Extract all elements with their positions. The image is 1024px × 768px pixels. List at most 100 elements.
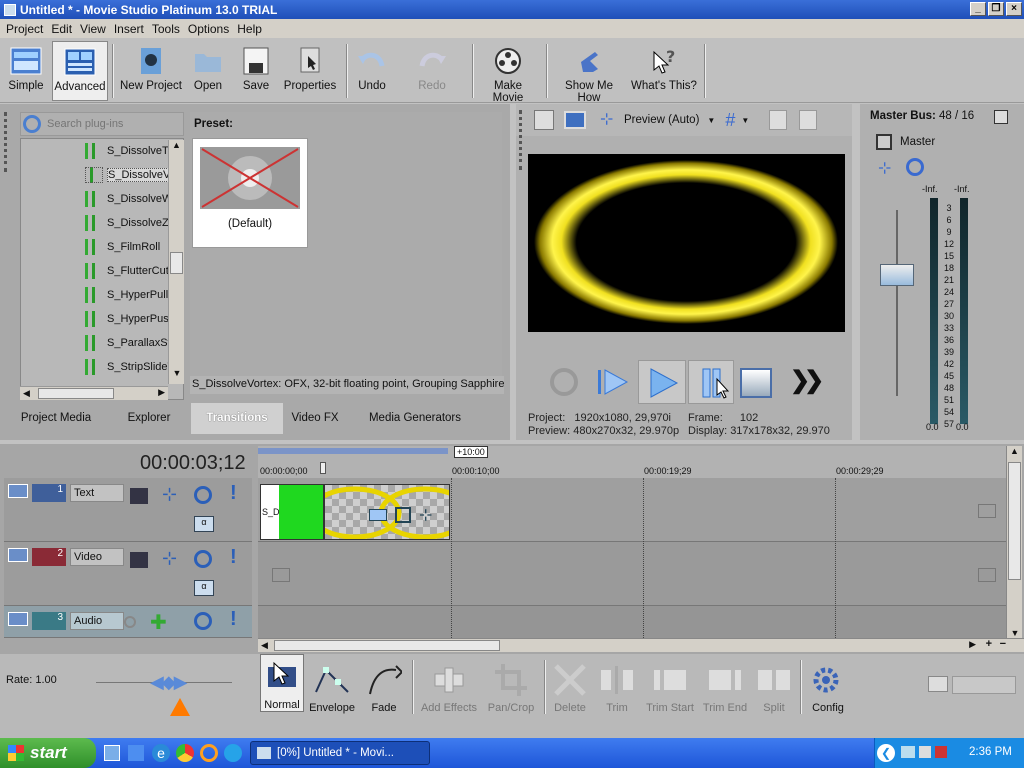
mute-icon[interactable] [194, 612, 212, 630]
hscroll-thumb[interactable] [38, 388, 114, 399]
overlays-chevron-icon[interactable]: ▼ [741, 116, 749, 125]
tab-transitions[interactable]: Transitions [191, 403, 283, 434]
track-minimize-icon[interactable] [8, 484, 28, 498]
envelope-tool-button[interactable]: Envelope [308, 656, 356, 716]
preview-quality-dropdown[interactable]: Preview (Auto) [624, 114, 699, 126]
chrome-icon[interactable] [176, 744, 194, 762]
delete-button[interactable]: Delete [550, 656, 590, 716]
master-fx-icon[interactable] [876, 134, 892, 150]
start-button[interactable]: start [0, 738, 96, 768]
alpha-composite-icon[interactable]: α [194, 580, 214, 596]
master-pan-icon[interactable]: ⊹ [878, 158, 891, 178]
record-button[interactable] [550, 368, 578, 396]
cursor-handle[interactable] [320, 462, 326, 474]
show-me-how-button[interactable]: Show Me How [552, 41, 626, 104]
timeline-hscrollbar[interactable]: ◀ ▶ + − [258, 638, 1024, 652]
quicklaunch-app-icon[interactable] [128, 745, 144, 761]
whats-this-button[interactable]: ? What's This? [630, 41, 698, 101]
scroll-thumb[interactable] [170, 252, 183, 274]
rate-slider-handle[interactable] [170, 698, 190, 716]
tray-expand-icon[interactable]: ❮ [877, 744, 895, 762]
external-monitor-icon[interactable] [564, 111, 586, 129]
timeline-vscrollbar[interactable]: ▲ ▼ [1006, 446, 1022, 638]
plugin-item[interactable]: S_DissolveWa [21, 187, 178, 211]
menu-tools[interactable]: Tools [148, 22, 184, 36]
rate-slider-icon[interactable]: ◀◆▶ [150, 672, 188, 693]
scroll-up-arrow[interactable]: ▲ [169, 140, 184, 156]
track-header-video[interactable]: 2 Video ⊹ ! α [4, 542, 252, 606]
trim-end-button[interactable]: Trim End [700, 656, 750, 716]
tab-video-fx[interactable]: Video FX [283, 403, 347, 434]
menu-view[interactable]: View [76, 22, 110, 36]
panel-grip[interactable] [519, 110, 523, 170]
panel-grip[interactable] [4, 112, 16, 172]
search-input[interactable] [47, 118, 167, 130]
plugin-item[interactable]: S_HyperPull [21, 283, 168, 307]
plugin-hscrollbar[interactable]: ◀ ▶ [20, 386, 168, 400]
split-screen-icon[interactable]: ⊹ [600, 111, 620, 129]
audio-fx-icon[interactable]: ✚ [150, 610, 167, 635]
save-snapshot-icon[interactable] [799, 110, 818, 130]
solo-icon[interactable]: ! [230, 546, 237, 569]
copy-snapshot-icon[interactable] [769, 110, 788, 130]
scroll-right-arrow[interactable]: ▶ [969, 639, 976, 650]
fade-tool-button[interactable]: Fade [362, 656, 406, 716]
tab-project-media[interactable]: Project Media [5, 403, 107, 434]
plugin-item[interactable]: S_HyperPush [21, 307, 175, 331]
tray-app-icon[interactable] [935, 746, 947, 758]
add-effects-button[interactable]: Add Effects [418, 656, 480, 716]
minimize-button[interactable]: _ [970, 2, 986, 16]
trim-button[interactable]: Trim [596, 656, 638, 716]
preset-default-thumbnail[interactable]: (Default) [192, 138, 308, 248]
tab-explorer[interactable]: Explorer [107, 403, 191, 434]
play-button[interactable] [638, 360, 686, 404]
trim-start-button[interactable]: Trim Start [644, 656, 696, 716]
close-button[interactable]: × [1006, 2, 1022, 16]
new-project-button[interactable]: New Project [118, 41, 184, 101]
track-name-text[interactable]: Text [70, 484, 124, 502]
menu-insert[interactable]: Insert [110, 22, 148, 36]
save-button[interactable]: Save [236, 41, 276, 101]
track-header-text[interactable]: 1 Text ⊹ ! α [4, 478, 252, 542]
plugin-item[interactable]: S_DissolveZa [21, 211, 175, 235]
pan-crop-button[interactable]: Pan/Crop [484, 656, 538, 716]
edge-icon[interactable] [224, 744, 242, 762]
make-movie-button[interactable]: Make Movie [478, 41, 538, 104]
master-mute-icon[interactable] [906, 158, 924, 176]
lane-video[interactable] [258, 542, 1006, 606]
restore-button[interactable]: ❐ [988, 2, 1004, 16]
plugin-item[interactable]: S_DissolveVo [21, 163, 177, 187]
preview-properties-icon[interactable] [534, 110, 554, 130]
normal-tool-button[interactable]: Normal [260, 654, 304, 712]
timeline-hscroll-thumb[interactable] [274, 640, 500, 651]
scroll-down-arrow[interactable]: ▼ [169, 368, 185, 384]
track-minimize-icon[interactable] [8, 612, 28, 626]
tab-media-generators[interactable]: Media Generators [347, 403, 483, 434]
timeline-ruler[interactable]: +10:00 00:00:00;00 00:00:10;00 00:00:19;… [258, 446, 1006, 478]
track-motion-icon[interactable]: ⊹ [162, 548, 177, 569]
taskbar-task-movie-studio[interactable]: [0%] Untitled * - Movi... [250, 741, 430, 765]
plugin-item[interactable]: S_ParallaxStr [21, 331, 174, 355]
compositing-mode-icon[interactable] [130, 488, 148, 504]
open-button[interactable]: Open [188, 41, 228, 101]
plugin-item[interactable]: S_DissolveTil [21, 139, 173, 163]
go-to-end-button[interactable]: ❯❯ [790, 366, 824, 395]
track-header-audio[interactable]: 3 Audio ✚ ! [4, 606, 252, 638]
event-motion-icon[interactable]: ⊹ [419, 505, 432, 525]
mute-icon[interactable] [194, 550, 212, 568]
zoom-out-button[interactable]: − [1000, 638, 1006, 650]
internet-explorer-icon[interactable]: e [152, 744, 170, 762]
track-motion-icon[interactable]: ⊹ [162, 484, 177, 505]
alpha-composite-icon[interactable]: α [194, 516, 214, 532]
preview-quality-chevron-icon[interactable]: ▼ [707, 116, 715, 125]
advanced-button[interactable]: Advanced [52, 41, 108, 101]
transition-clip[interactable]: ⊹ [324, 484, 450, 540]
solo-icon[interactable]: ! [230, 482, 237, 505]
media-clip[interactable]: S_D [260, 484, 324, 540]
stop-button[interactable] [740, 368, 772, 398]
loop-region-bar[interactable] [258, 448, 448, 454]
plugin-item[interactable]: S_StripSlideT [21, 355, 174, 379]
menu-project[interactable]: Project [2, 22, 47, 36]
track-name-audio[interactable]: Audio [70, 612, 124, 630]
plugin-item[interactable]: S_FlutterCut [21, 259, 169, 283]
